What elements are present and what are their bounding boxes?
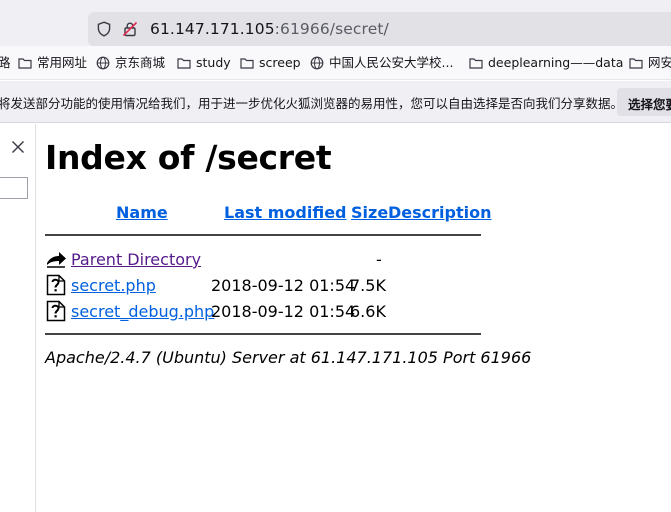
bookmark-jd[interactable]: 京东商城 [96,55,165,71]
sidebar-search-input[interactable] [0,177,28,199]
folder-icon [469,58,483,69]
unknown-file-icon [46,300,66,322]
footer-divider [45,333,481,335]
server-signature: Apache/2.4.7 (Ubuntu) Server at 61.147.1… [45,348,532,367]
bookmark-label: 中国人民公安大学校... [329,55,454,70]
directory-listing-page: Index of /secret Name Last modified Size… [45,124,671,512]
bookmark-ppsuc[interactable]: 中国人民公安大学校... [310,55,453,71]
close-icon[interactable] [11,140,25,154]
row-size: - [376,250,382,269]
column-header-description[interactable]: Description [388,203,491,222]
bookmark-label: 路 [0,55,11,70]
file-link-secret-debug-php[interactable]: secret_debug.php [71,302,214,321]
globe-icon [310,56,324,70]
row-size: 7.5K [350,276,386,295]
folder-icon [177,58,191,69]
browser-toolbar: 61.147.171.105:61966/secret/ [0,0,671,46]
column-header-size[interactable]: Size [351,203,388,222]
notification-text: 将发送部分功能的使用情况给我们，用于进一步优化火狐浏览器的易用性，您可以自由选择… [0,96,624,111]
bookmark-folder-deeplearning[interactable]: deeplearning——data [469,55,623,71]
address-bar[interactable]: 61.147.171.105:61966/secret/ [88,12,671,46]
unknown-file-icon [46,274,66,296]
tracking-protection-shield-icon[interactable] [96,21,112,37]
folder-icon [629,58,643,69]
row-size: 6.6K [350,302,386,321]
bookmark-label: 网安 [648,55,671,70]
bookmark-label: screep [259,55,301,70]
bookmark-folder-study[interactable]: study [177,55,231,71]
url-path: :61966/secret/ [274,20,389,38]
row-date: 2018-09-12 01:54 [211,276,356,295]
row-date: 2018-09-12 01:54 [211,302,356,321]
insecure-lock-icon[interactable] [122,21,138,37]
bookmark-folder-screep[interactable]: screep [240,55,301,71]
choose-data-sharing-button[interactable]: 选择您要 [617,88,671,116]
table-row: Parent Directory - [45,248,485,272]
url-text[interactable]: 61.147.171.105:61966/secret/ [150,20,389,38]
back-arrow-icon [47,252,66,268]
bookmark-item-partial[interactable]: 路 [0,55,11,71]
url-host: 61.147.171.105 [150,20,275,38]
folder-icon [18,58,32,69]
table-row: secret_debug.php 2018-09-12 01:54 6.6K [45,300,485,324]
column-header-last-modified[interactable]: Last modified [224,203,347,222]
file-link-secret-php[interactable]: secret.php [71,276,156,295]
header-divider [45,234,481,236]
bookmark-label: deeplearning——data [488,55,624,70]
bookmark-label: 常用网址 [37,55,88,70]
page-title: Index of /secret [45,138,332,177]
bookmarks-toolbar: 路 常用网址 京东商城 study screep 中国人民公安大学校... de… [0,46,671,80]
data-collection-notification-bar: 将发送部分功能的使用情况给我们，用于进一步优化火狐浏览器的易用性，您可以自由选择… [0,81,671,123]
bookmark-folder-common-sites[interactable]: 常用网址 [18,55,87,71]
folder-icon [240,58,254,69]
table-row: secret.php 2018-09-12 01:54 7.5K [45,274,485,298]
column-header-name[interactable]: Name [116,203,168,222]
sidebar-panel [0,124,36,512]
bookmark-label: study [196,55,231,70]
parent-directory-link[interactable]: Parent Directory [71,250,201,269]
bookmark-label: 京东商城 [115,55,166,70]
bookmark-folder-security[interactable]: 网安 [629,55,671,71]
globe-icon [96,56,110,70]
